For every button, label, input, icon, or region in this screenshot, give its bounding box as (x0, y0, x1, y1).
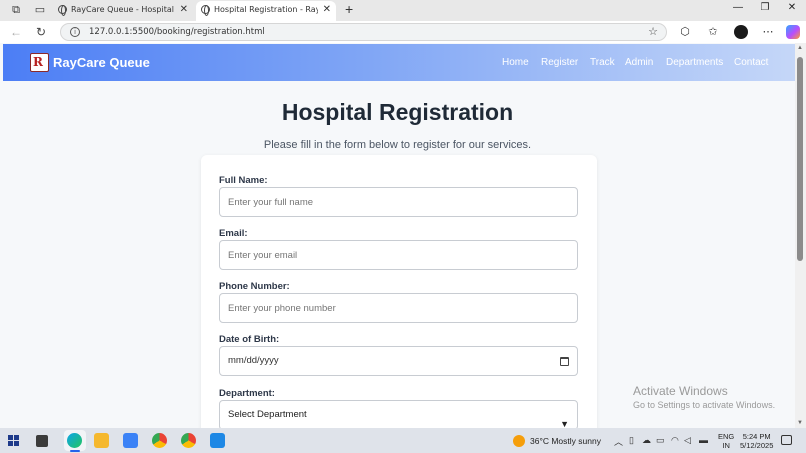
department-label: Department: (219, 388, 275, 399)
logo-icon[interactable]: R (30, 53, 49, 72)
workspaces-icon[interactable]: ⧉ (8, 3, 24, 17)
calendar-icon[interactable] (560, 357, 569, 366)
start-icon[interactable] (8, 435, 19, 446)
clock-time: 5:24 PM (742, 432, 771, 441)
reload-icon[interactable]: ↻ (33, 24, 49, 40)
tab-label: Hospital Registration - RayCare Queue (214, 5, 318, 14)
system-clock[interactable]: 5:24 PM 5/12/2025 (740, 432, 773, 450)
onedrive-icon[interactable]: ☁ (642, 435, 651, 446)
back-icon[interactable]: ← (8, 24, 24, 40)
language-indicator[interactable]: ENG IN (718, 432, 734, 450)
window-close-icon[interactable]: ✕ (782, 2, 802, 13)
browser-tab-strip: ⧉ ▭ RayCare Queue - Hospital Queue ✕ Hos… (0, 0, 806, 21)
url-text: 127.0.0.1:5500/booking/registration.html (89, 27, 265, 37)
battery-icon[interactable]: ▭ (656, 435, 665, 446)
favorite-star-icon[interactable]: ☆ (648, 25, 658, 38)
copilot-icon[interactable] (786, 25, 800, 39)
scroll-up-icon[interactable]: ▲ (797, 45, 803, 51)
weather-icon[interactable] (513, 435, 525, 447)
department-select[interactable]: Select Department ▼ (219, 400, 578, 428)
dob-input[interactable]: mm/dd/yyyy (219, 346, 578, 376)
globe-icon (58, 5, 67, 16)
region-code: IN (722, 441, 730, 450)
tray-chevron-icon[interactable]: ︿ (614, 435, 623, 448)
registration-form: Full Name: Email: Phone Number: Date of … (201, 155, 597, 428)
browser-toolbar: ← ↻ i 127.0.0.1:5500/booking/registratio… (0, 21, 806, 43)
tray-app-icon[interactable]: ▯ (629, 435, 634, 446)
windows-taskbar: 36°C Mostly sunny ︿ ▯ ☁ ▭ ◠ ◁ ▬ ENG IN 5… (0, 428, 806, 453)
site-info-icon[interactable]: i (70, 27, 80, 37)
wifi-icon[interactable]: ◠ (671, 435, 679, 446)
activation-watermark-title: Activate Windows (633, 384, 728, 398)
store-icon[interactable] (123, 433, 138, 448)
page-title: Hospital Registration (281, 99, 514, 125)
logo-letter: R (33, 55, 43, 69)
chevron-down-icon: ▼ (560, 419, 569, 428)
full-name-label: Full Name: (219, 175, 268, 186)
volume-icon[interactable]: ◁ (684, 435, 691, 446)
email-input[interactable] (219, 240, 578, 270)
activation-watermark-text: Go to Settings to activate Windows. (633, 400, 776, 410)
chrome-profile-icon[interactable] (181, 433, 196, 448)
file-explorer-icon[interactable] (94, 433, 109, 448)
dob-value: mm/dd/yyyy (228, 355, 279, 366)
phone-input[interactable] (219, 293, 578, 323)
page-viewport: R RayCare Queue Home Register Track Admi… (0, 43, 795, 428)
edge-icon[interactable] (67, 433, 82, 448)
site-navbar: R RayCare Queue Home Register Track Admi… (3, 44, 795, 81)
page-scrollbar[interactable]: ▲ ▼ (795, 43, 806, 428)
scroll-thumb[interactable] (797, 57, 803, 261)
full-name-input[interactable] (219, 187, 578, 217)
clock-date: 5/12/2025 (740, 441, 774, 450)
nav-admin[interactable]: Admin (625, 57, 653, 68)
vertical-tabs-icon[interactable]: ▭ (32, 3, 48, 17)
active-app-indicator (70, 450, 80, 452)
nav-home[interactable]: Home (502, 57, 529, 68)
profile-avatar[interactable] (734, 25, 748, 39)
close-icon[interactable]: ✕ (323, 1, 331, 19)
close-icon[interactable]: ✕ (180, 1, 188, 19)
favorites-icon[interactable]: ✩ (706, 25, 720, 39)
brand-name[interactable]: RayCare Queue (53, 55, 150, 70)
keyboard-icon[interactable]: ▬ (699, 435, 708, 445)
nav-track[interactable]: Track (590, 57, 615, 68)
tab-queue[interactable]: RayCare Queue - Hospital Queue ✕ (53, 1, 193, 21)
phone-label: Phone Number: (219, 281, 290, 292)
notifications-icon[interactable] (781, 435, 792, 445)
tab-registration[interactable]: Hospital Registration - RayCare Queue ✕ (196, 1, 336, 21)
nav-contact[interactable]: Contact (734, 57, 768, 68)
globe-icon (201, 5, 210, 16)
address-bar[interactable]: i 127.0.0.1:5500/booking/registration.ht… (60, 23, 667, 41)
email-label: Email: (219, 228, 248, 239)
more-menu-icon[interactable]: ⋯ (761, 25, 775, 39)
vscode-icon[interactable] (210, 433, 225, 448)
scroll-down-icon[interactable]: ▼ (797, 420, 803, 426)
restore-icon[interactable]: ❐ (755, 2, 775, 13)
extensions-icon[interactable]: ⬡ (678, 25, 692, 39)
nav-register[interactable]: Register (541, 57, 578, 68)
task-view-icon[interactable] (36, 435, 48, 447)
new-tab-icon[interactable]: + (345, 1, 353, 17)
tab-label: RayCare Queue - Hospital Queue (71, 5, 175, 14)
page-subtitle: Please fill in the form below to registe… (263, 139, 532, 151)
chrome-icon[interactable] (152, 433, 167, 448)
language-code: ENG (718, 432, 735, 441)
weather-text[interactable]: 36°C Mostly sunny (530, 436, 601, 446)
nav-departments[interactable]: Departments (666, 57, 723, 68)
department-selected: Select Department (228, 409, 307, 420)
minimize-icon[interactable]: — (728, 2, 748, 13)
dob-label: Date of Birth: (219, 334, 280, 345)
